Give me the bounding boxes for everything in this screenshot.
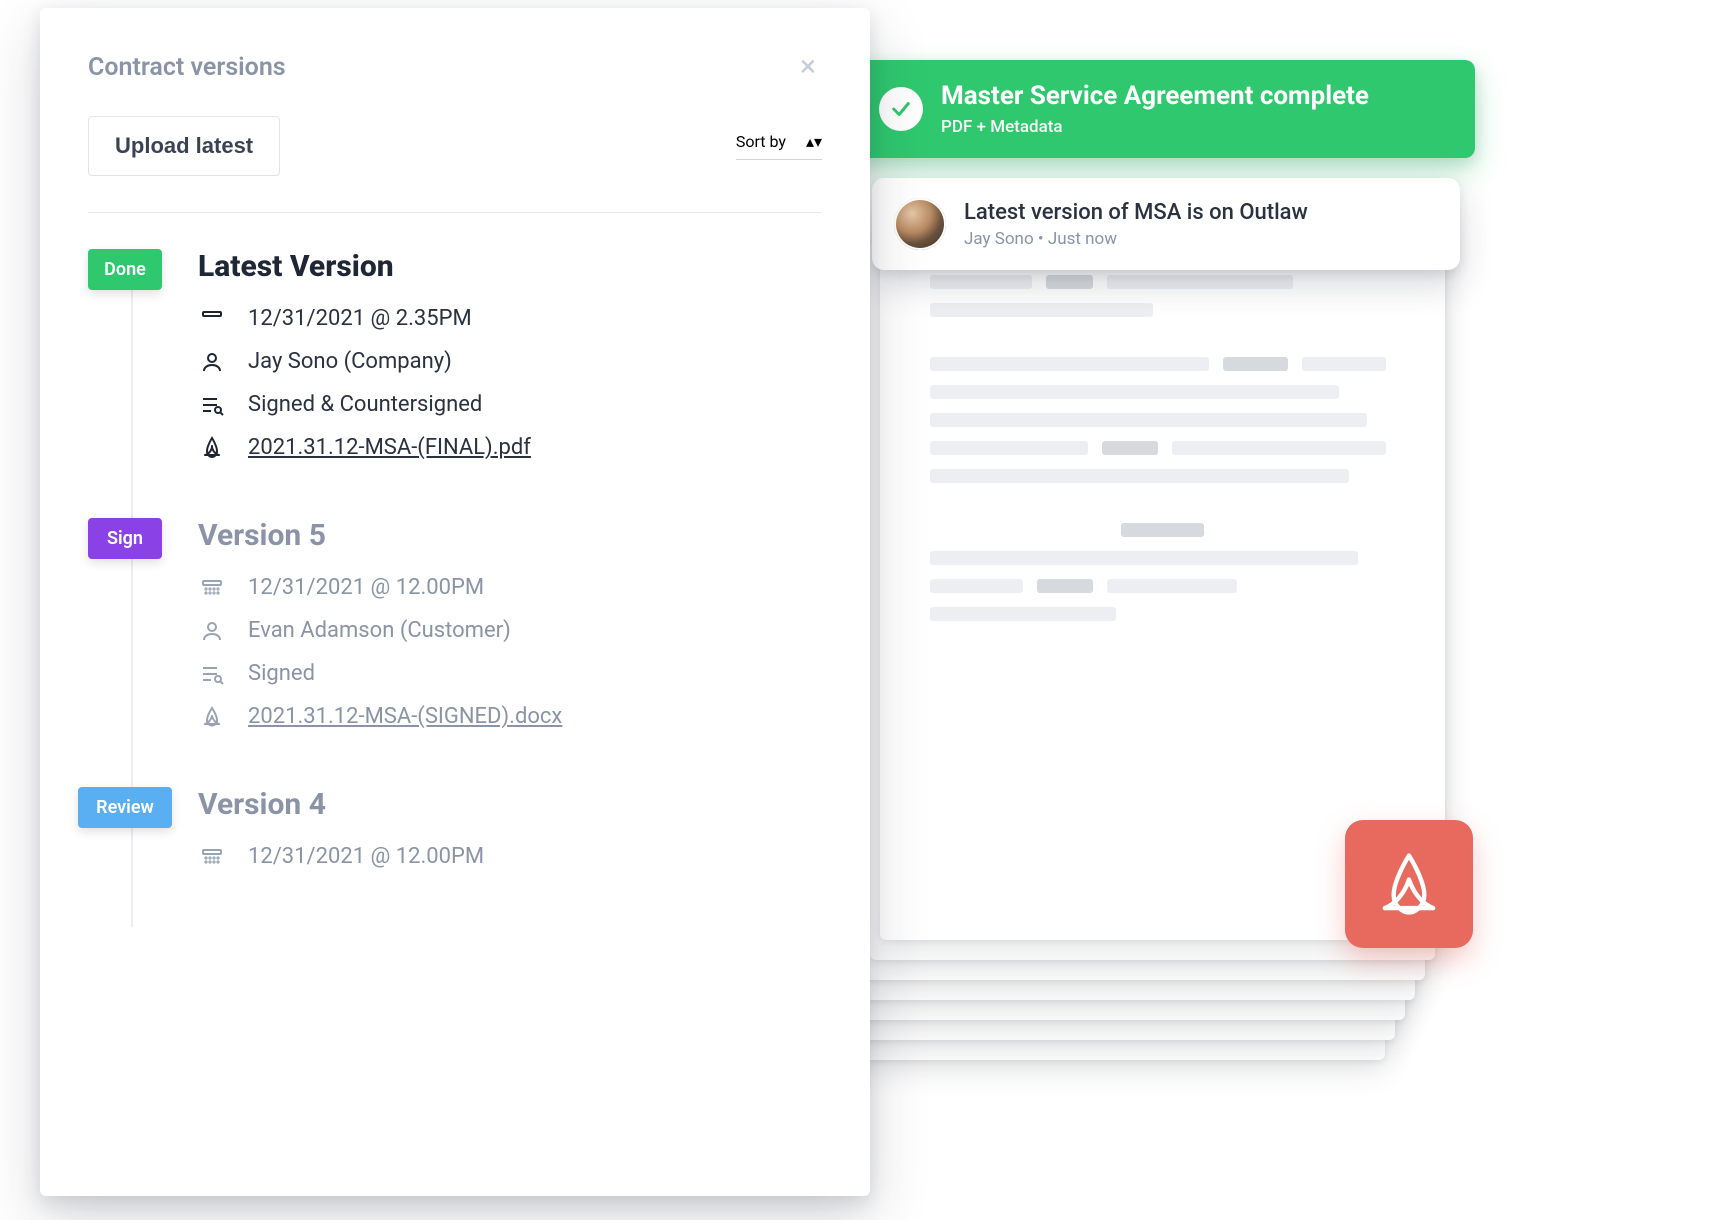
sort-chevrons-icon: ▴▾ (806, 132, 822, 151)
document-preview (880, 220, 1445, 940)
panel-title: Contract versions (88, 53, 286, 82)
close-icon[interactable]: × (794, 48, 822, 86)
banner-title: Master Service Agreement complete (941, 81, 1369, 112)
calendar-icon (198, 307, 226, 331)
version-title: Version 4 (198, 787, 822, 822)
calendar-icon (198, 576, 226, 600)
version-date: 12/31/2021 @ 12.00PM (248, 575, 484, 600)
version-date: 12/31/2021 @ 12.00PM (248, 844, 484, 869)
completion-banner: Master Service Agreement complete PDF + … (855, 60, 1475, 158)
person-icon (198, 619, 226, 643)
pdf-icon (1374, 849, 1444, 919)
document-placeholder-lines (930, 275, 1395, 621)
version-file-link[interactable]: 2021.31.12-MSA-(FINAL).pdf (248, 435, 531, 460)
check-icon (879, 87, 923, 131)
divider (88, 212, 822, 213)
status-pill-sign: Sign (88, 518, 162, 559)
file-icon (198, 436, 226, 460)
version-person: Evan Adamson (Customer) (248, 618, 511, 643)
version-person: Jay Sono (Company) (248, 349, 452, 374)
notification-author: Jay Sono (964, 229, 1034, 249)
version-item: Review Version 4 12/31/2021 @ 12.00PM (176, 787, 822, 927)
avatar (894, 198, 946, 250)
banner-subtitle: PDF + Metadata (941, 117, 1369, 137)
sort-by-dropdown[interactable]: Sort by ▴▾ (736, 132, 822, 160)
notification-title: Latest version of MSA is on Outlaw (964, 200, 1308, 225)
file-icon (198, 705, 226, 729)
status-pill-done: Done (88, 249, 162, 290)
version-item: Sign Version 5 12/31/2021 @ 12.00PM Evan… (176, 518, 822, 787)
version-status: Signed & Countersigned (248, 392, 482, 417)
version-status: Signed (248, 661, 315, 686)
version-item: Done Latest Version 12/31/2021 @ 2.35PM … (176, 249, 822, 518)
contract-versions-panel: Contract versions × Upload latest Sort b… (40, 8, 870, 1196)
document-stack (820, 220, 1440, 1080)
person-icon (198, 350, 226, 374)
status-pill-review: Review (78, 787, 172, 828)
notification-card[interactable]: Latest version of MSA is on Outlaw Jay S… (872, 178, 1460, 270)
version-title: Latest Version (198, 249, 822, 284)
status-icon (198, 662, 226, 686)
version-date: 12/31/2021 @ 2.35PM (248, 306, 472, 331)
upload-latest-button[interactable]: Upload latest (88, 116, 280, 176)
calendar-icon (198, 845, 226, 869)
version-file-link[interactable]: 2021.31.12-MSA-(SIGNED).docx (248, 704, 562, 729)
notification-time: Just now (1048, 229, 1117, 249)
version-title: Version 5 (198, 518, 822, 553)
notification-meta: Jay Sono • Just now (964, 229, 1308, 249)
status-icon (198, 393, 226, 417)
sort-by-label: Sort by (736, 132, 786, 151)
pdf-badge (1345, 820, 1473, 948)
